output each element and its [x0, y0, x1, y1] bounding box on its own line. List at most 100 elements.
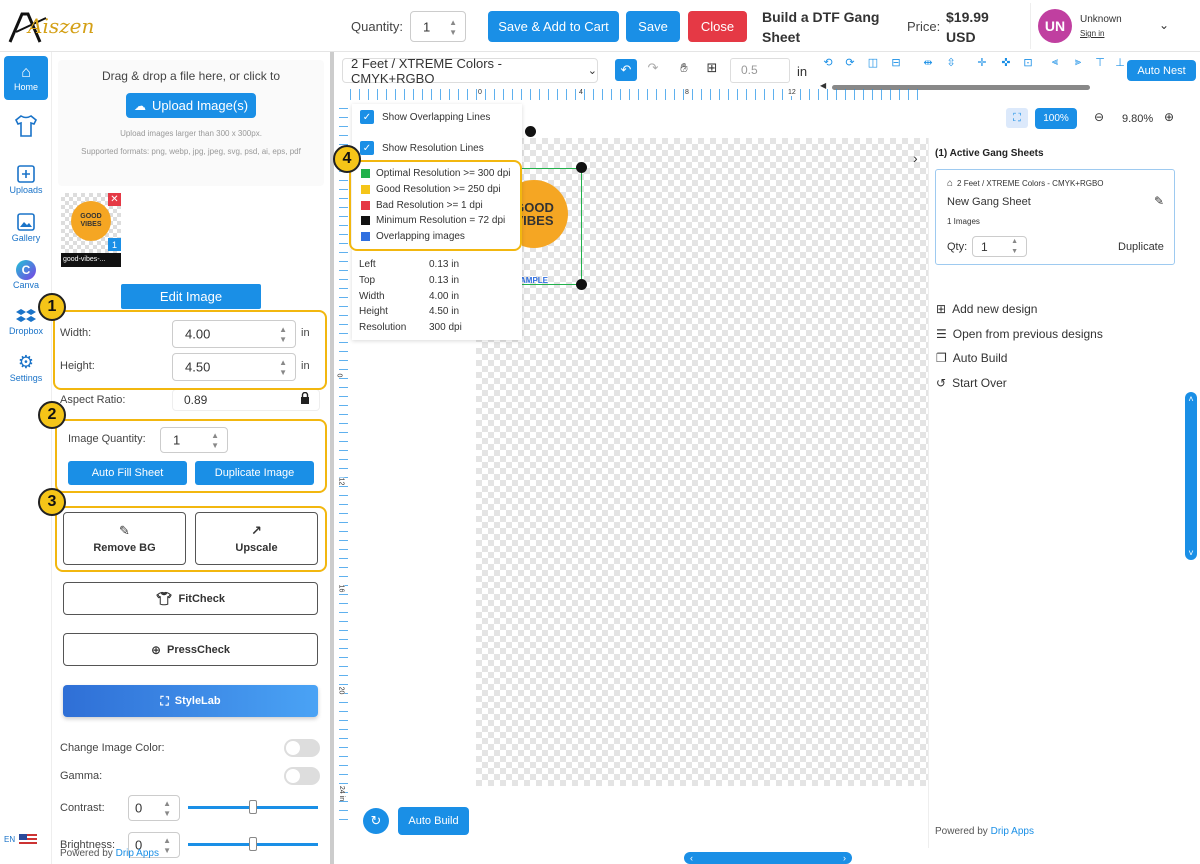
fit-screen-icon: ⛶: [1013, 111, 1021, 124]
center-vertical-icon[interactable]: ✜: [996, 52, 1016, 72]
card-qty-stepper[interactable]: 1 ▲ ▼: [972, 236, 1027, 257]
hand-icon[interactable]: ✋︎: [674, 58, 694, 78]
fit-screen-button[interactable]: ⛶: [1006, 108, 1028, 128]
distribute-horizontal-icon[interactable]: ⇹: [918, 52, 938, 72]
home-icon: ⌂: [21, 64, 31, 81]
contrast-input[interactable]: 0 ▲ ▼: [128, 795, 180, 821]
stepper-arrows-icon[interactable]: ▲ ▼: [449, 18, 457, 38]
center-both-icon[interactable]: ⊡: [1018, 52, 1038, 72]
edit-icon[interactable]: ✎: [1154, 194, 1164, 208]
drip-apps-link[interactable]: Drip Apps: [116, 848, 159, 859]
auto-build-canvas-button[interactable]: Auto Build: [398, 807, 469, 835]
resize-handle[interactable]: [576, 162, 587, 173]
thumbnail-name: good-vibes-...: [61, 253, 121, 267]
auto-build-link[interactable]: ❐ Auto Build: [936, 351, 1007, 365]
info-key: Height: [359, 306, 388, 318]
avatar[interactable]: UN: [1038, 9, 1072, 43]
resize-handle[interactable]: [576, 279, 587, 290]
contrast-slider-thumb[interactable]: [249, 800, 257, 814]
upload-images-button[interactable]: ☁ Upload Image(s): [126, 93, 256, 118]
gamma-toggle[interactable]: [284, 767, 320, 785]
flip-vertical-icon[interactable]: ⊟: [886, 52, 906, 72]
redo-icon[interactable]: ↷: [643, 58, 663, 78]
sidebar-item-canva[interactable]: C Canva: [0, 260, 52, 290]
quantity-stepper[interactable]: 1 ▲ ▼: [410, 11, 466, 42]
rotate-left-icon[interactable]: ⟲: [818, 52, 838, 72]
show-resolution-checkbox[interactable]: ✓: [360, 141, 374, 155]
zoom-out-icon[interactable]: ⊖: [1094, 110, 1104, 124]
flip-horizontal-icon[interactable]: ◫: [863, 52, 883, 72]
sidebar-item-settings[interactable]: ⚙ Settings: [0, 352, 52, 383]
drop-text: Drag & drop a file here, or click to: [101, 69, 281, 83]
save-button[interactable]: Save: [626, 11, 680, 42]
stylelab-button[interactable]: ⛶ StyleLab: [63, 685, 318, 717]
presscheck-button[interactable]: ⊕ PressCheck: [63, 633, 318, 666]
grid-icon[interactable]: ⊞: [702, 58, 722, 78]
sign-in-link[interactable]: Sign in: [1080, 29, 1104, 38]
sheet-select[interactable]: 2 Feet / XTREME Colors - CMYK+RGBO ⌄: [342, 56, 598, 86]
bottom-scroll-bar[interactable]: ‹ ›: [684, 852, 852, 864]
add-new-design[interactable]: ⊞ Add new design: [936, 302, 1037, 316]
rotate-right-icon[interactable]: ⟳: [840, 52, 860, 72]
lock-icon[interactable]: [300, 391, 310, 404]
remove-thumbnail-icon[interactable]: ✕: [108, 193, 121, 206]
chevron-up-icon[interactable]: ˄: [1188, 394, 1193, 404]
thumbnail-art: GOOD VIBES: [71, 201, 111, 241]
sidebar-item-gallery[interactable]: Gallery: [0, 211, 52, 243]
callout-box-4: [349, 160, 522, 251]
fitcheck-button[interactable]: 👕︎ FitCheck: [63, 582, 318, 615]
auto-build-label: Auto Build: [952, 351, 1008, 365]
brightness-slider-thumb[interactable]: [249, 837, 257, 851]
align-left-icon[interactable]: ⫷: [1045, 52, 1065, 72]
auto-nest-button[interactable]: Auto Nest: [1127, 60, 1196, 81]
show-overlap-checkbox[interactable]: ✓: [360, 110, 374, 124]
sidebar-item-uploads[interactable]: Uploads: [0, 163, 52, 195]
change-color-toggle[interactable]: [284, 739, 320, 757]
callout-badge-2: 2: [38, 401, 66, 429]
upload-formats: Supported formats: png, webp, jpg, jpeg,…: [81, 147, 301, 156]
chevron-right-icon[interactable]: ›: [843, 853, 846, 863]
language-selector[interactable]: EN: [4, 830, 48, 848]
save-add-to-cart-button[interactable]: Save & Add to Cart: [488, 11, 619, 42]
info-row: Top 0.13 in: [359, 273, 509, 289]
zoom-100-button[interactable]: 100%: [1035, 108, 1077, 129]
panel-scrollbar[interactable]: [330, 52, 334, 864]
sidebar-item-home[interactable]: ⌂ Home: [4, 56, 48, 100]
right-powered-by: Powered by Drip Apps: [935, 826, 1034, 837]
upload-button-label: Upload Image(s): [151, 98, 249, 113]
zoom-in-icon[interactable]: ⊕: [1164, 110, 1174, 124]
callout-box-2: [55, 419, 327, 493]
center-horizontal-icon[interactable]: ✛: [972, 52, 992, 72]
ruler-tick-label: 8: [685, 89, 689, 96]
rotate-handle[interactable]: [525, 126, 536, 137]
stepper-arrows-icon[interactable]: ▲ ▼: [163, 799, 171, 819]
undo-button[interactable]: ↶: [615, 59, 637, 81]
stepper-arrows-icon[interactable]: ▲ ▼: [163, 836, 171, 856]
sidebar-item-label: Uploads: [9, 185, 43, 195]
chevron-down-icon[interactable]: ⌄: [1159, 18, 1169, 32]
open-previous-designs[interactable]: ☰ Open from previous designs: [936, 327, 1103, 341]
start-over-link[interactable]: ↺ Start Over: [936, 376, 1007, 390]
ruler-tick-label: 12: [337, 477, 345, 486]
grid-size-input[interactable]: 0.5: [730, 58, 790, 83]
card-duplicate-link[interactable]: Duplicate: [1118, 241, 1164, 253]
stepper-arrows-icon[interactable]: ▲ ▼: [1011, 237, 1018, 257]
collapse-panel-icon[interactable]: ›: [913, 150, 918, 166]
aspect-value: 0.89: [184, 393, 208, 407]
image-thumbnail[interactable]: GOOD VIBES ✕ 1 good-vibes-...: [61, 193, 121, 267]
sidebar-item-tshirt[interactable]: [0, 113, 52, 139]
upload-hint: Upload images larger than 300 x 300px.: [120, 129, 262, 138]
chevron-down-icon[interactable]: ˅: [1188, 548, 1193, 558]
aspect-label: Aspect Ratio:: [60, 394, 126, 406]
refresh-button[interactable]: ↻: [363, 808, 389, 834]
distribute-vertical-icon[interactable]: ⇳: [941, 52, 961, 72]
align-right-icon[interactable]: ⫸: [1068, 52, 1088, 72]
close-button[interactable]: Close: [688, 11, 747, 42]
align-top-icon[interactable]: ⊤: [1090, 52, 1110, 72]
drip-apps-link[interactable]: Drip Apps: [991, 826, 1034, 837]
ruler-tick-label: 12: [788, 89, 796, 96]
show-overlap-label: Show Overlapping Lines: [382, 112, 491, 123]
right-scrollbar[interactable]: ˄ ˅: [1185, 392, 1197, 560]
chevron-left-icon[interactable]: ‹: [690, 853, 693, 863]
edit-image-button[interactable]: Edit Image: [121, 284, 261, 309]
